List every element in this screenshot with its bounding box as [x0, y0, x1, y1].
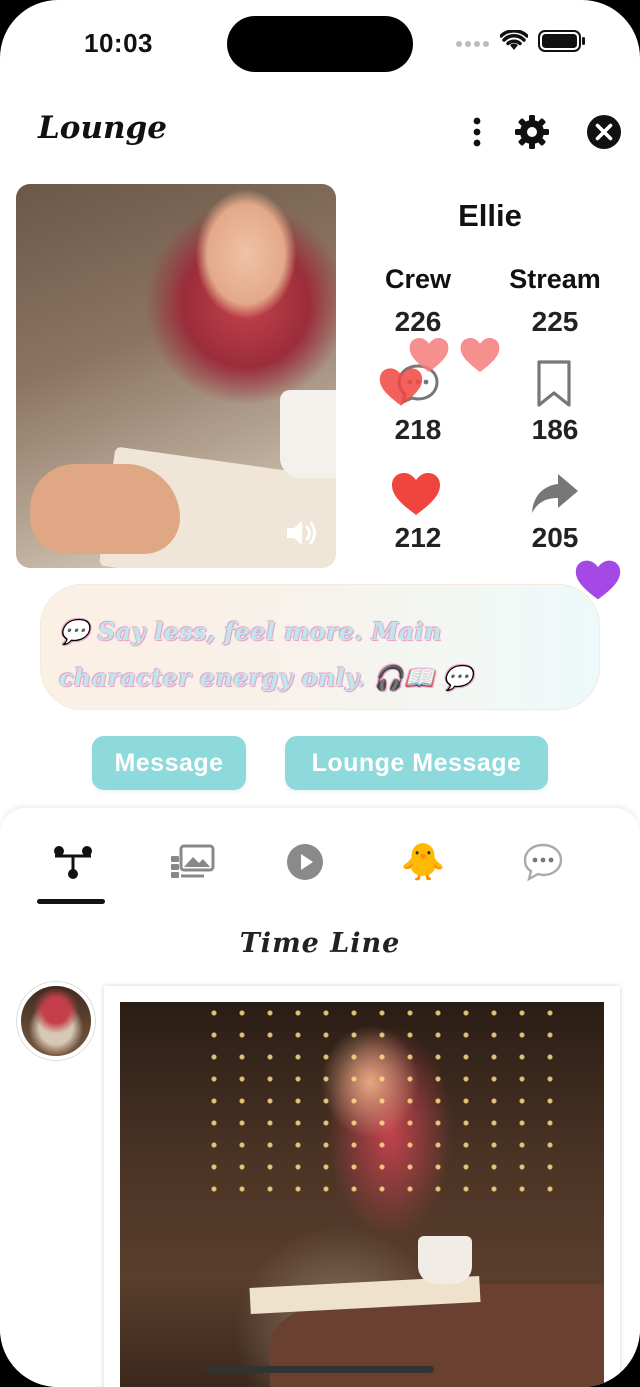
string-lights	[200, 1002, 560, 1202]
tab-gallery[interactable]	[157, 832, 227, 892]
status-time: 10:03	[84, 28, 153, 58]
avatar[interactable]	[17, 982, 95, 1060]
share-count: 205	[531, 522, 579, 553]
bio-bubble: 💬 Say less, feel more. Main character en…	[40, 584, 600, 710]
signal-icon	[456, 35, 490, 53]
dynamic-island	[227, 16, 413, 72]
app-header: Lounge	[0, 100, 640, 164]
tab-chat[interactable]	[508, 832, 578, 892]
profile-photo[interactable]	[16, 184, 336, 568]
bio-text: 💬 Say less, feel more. Main character en…	[59, 617, 474, 692]
profile-name: Ellie	[458, 198, 522, 233]
play-icon	[287, 844, 323, 880]
home-indicator[interactable]	[206, 1366, 434, 1373]
wifi-icon	[499, 29, 529, 57]
heart-icon	[392, 473, 440, 515]
share-arrow-icon	[532, 474, 578, 513]
chat-bubble-icon	[523, 843, 563, 882]
chick-icon: 🐥	[400, 841, 446, 882]
lounge-message-button[interactable]: Lounge Message	[285, 736, 548, 790]
timeline-title: Time Line	[239, 928, 401, 959]
photo-hand	[30, 464, 180, 554]
floating-heart-icon	[460, 338, 500, 372]
crew-count[interactable]: 226	[348, 306, 488, 338]
floating-heart-icon	[379, 368, 423, 406]
tab-videos[interactable]	[270, 832, 340, 892]
coffee-cup	[418, 1236, 472, 1284]
active-tab-indicator	[37, 899, 105, 904]
settings-button[interactable]	[512, 112, 552, 152]
tab-chick[interactable]: 🐥	[388, 832, 458, 892]
share-button[interactable]	[524, 468, 584, 520]
status-icons	[456, 29, 586, 57]
timeline-post-image[interactable]	[120, 1002, 604, 1387]
comment-count: 218	[394, 414, 442, 445]
stream-count[interactable]: 225	[485, 306, 625, 338]
timeline-icon	[54, 846, 92, 879]
more-vertical-icon	[473, 117, 481, 147]
speaker-icon	[287, 521, 316, 545]
close-button[interactable]	[584, 112, 624, 152]
bookmark-button[interactable]	[524, 358, 584, 410]
bookmark-count: 186	[531, 414, 579, 445]
like-button[interactable]	[386, 468, 446, 520]
crew-label: Crew	[384, 264, 452, 294]
more-button[interactable]	[457, 112, 497, 152]
gear-icon	[515, 115, 549, 149]
stream-label: Stream	[509, 264, 601, 294]
battery-icon	[538, 30, 586, 57]
phone-screen: 10:03 Lounge Ellie Crew 226 Stream 225 2…	[0, 0, 640, 1387]
status-bar: 10:03	[0, 0, 640, 86]
photo-cup	[280, 390, 336, 478]
gallery-icon	[171, 844, 215, 878]
tab-timeline[interactable]	[38, 832, 108, 892]
speaker-toggle[interactable]	[284, 516, 320, 550]
like-count: 212	[394, 522, 442, 553]
message-button[interactable]: Message	[92, 736, 246, 790]
bookmark-icon	[537, 360, 571, 407]
close-icon	[587, 115, 621, 149]
brand-logo: Lounge	[38, 110, 167, 146]
